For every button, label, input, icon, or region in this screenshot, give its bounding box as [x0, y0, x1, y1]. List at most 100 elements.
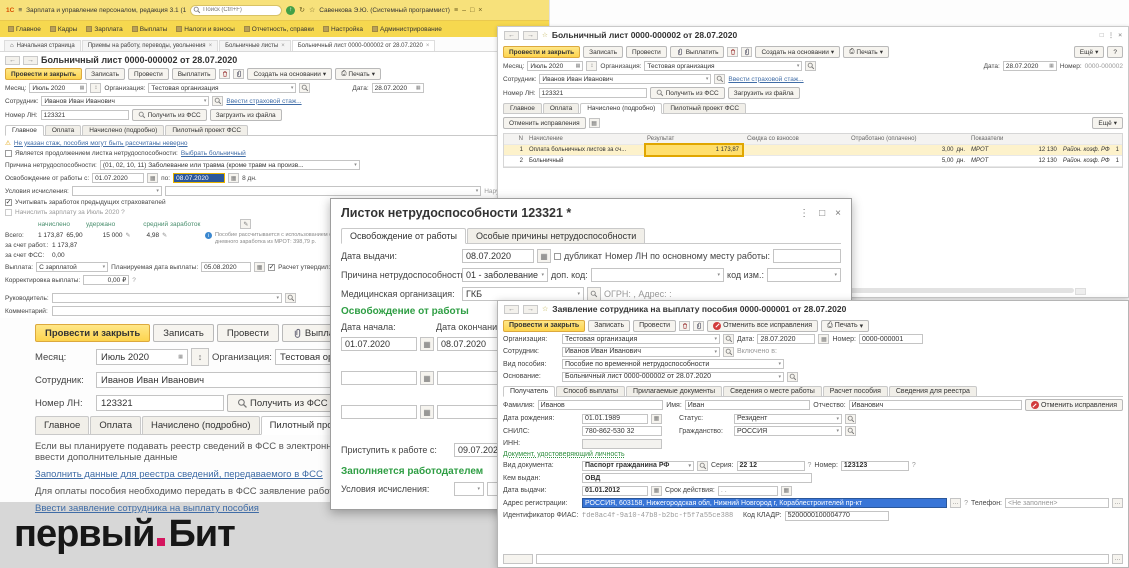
tab-payment-method[interactable]: Способ выплаты — [556, 386, 625, 397]
ln-field[interactable]: 123321 — [41, 110, 129, 120]
save-button[interactable]: Записать — [588, 320, 630, 332]
load-from-file-button[interactable]: Загрузить из файла — [728, 87, 800, 99]
calendar-icon[interactable]: ▦ — [651, 414, 662, 424]
month-stepper[interactable]: ↕ — [586, 61, 597, 71]
get-from-fss-button[interactable]: Получить из ФСС — [650, 87, 725, 99]
forward-icon[interactable]: → — [23, 56, 38, 65]
favorites-icon[interactable]: ☆ — [309, 6, 315, 14]
conditions-field-2[interactable]: ▾ — [165, 186, 481, 196]
post-button[interactable]: Провести — [217, 324, 279, 342]
calendar-icon[interactable]: ▦ — [1049, 63, 1054, 69]
issuer-field[interactable]: ОВД — [582, 473, 812, 483]
issue-date-field[interactable]: 01.01.2012 — [582, 486, 648, 496]
release-to-field[interactable]: 08.07.2020 — [173, 173, 225, 183]
favorite-star-icon[interactable]: ☆ — [542, 31, 548, 39]
duplicate-checkbox[interactable] — [554, 253, 561, 260]
tab-home[interactable]: ⌂Начальная страница — [4, 40, 81, 51]
close-tab-icon[interactable]: × — [281, 43, 285, 49]
close-icon[interactable]: × — [478, 7, 482, 14]
post-close-button[interactable]: Провести и закрыть — [503, 46, 580, 58]
help-icon[interactable]: ? — [964, 500, 968, 507]
validity-field[interactable]: . . — [718, 486, 778, 496]
chevron-down-icon[interactable]: ▾ — [541, 272, 544, 278]
col-discount[interactable]: Скидка со взносов — [744, 134, 848, 144]
close-tab-icon[interactable]: × — [209, 43, 213, 49]
date-field[interactable]: 28.07.2020 — [757, 334, 815, 344]
start-date-field-1[interactable]: 01.07.2020 — [341, 337, 417, 351]
ln-main-field[interactable] — [773, 249, 841, 263]
create-based-on-button[interactable]: Создать на основании▾ — [755, 46, 840, 58]
employee-open-icon[interactable] — [212, 96, 223, 106]
enter-insurance-record-link[interactable]: Ввести страховой стаж... — [728, 76, 803, 83]
ln-field[interactable]: 123321 — [96, 395, 224, 411]
payout-field[interactable]: С зарплатой▾ — [36, 262, 108, 272]
help-button[interactable]: ? — [1107, 46, 1123, 58]
status-field[interactable]: Резидент▾ — [734, 414, 842, 424]
minimize-icon[interactable]: – — [462, 7, 466, 14]
calendar-icon[interactable]: ▦ — [147, 173, 158, 183]
org-field[interactable]: Тестовая организация▾ — [148, 83, 296, 93]
close-tab-icon[interactable]: × — [426, 43, 430, 49]
chevron-down-icon[interactable]: ▾ — [204, 98, 207, 104]
help-icon[interactable]: ? — [808, 462, 812, 469]
menu-item-glavnoe[interactable]: Главное — [8, 26, 41, 33]
chevron-down-icon[interactable]: ▾ — [476, 188, 479, 194]
ln-field[interactable]: 123321 — [539, 88, 647, 98]
calendar-icon[interactable]: ▦ — [651, 486, 662, 496]
save-button[interactable]: Записать — [583, 46, 623, 58]
post-button[interactable]: Провести — [128, 68, 169, 80]
phone-open-icon[interactable]: … — [1112, 498, 1123, 508]
add-code-field[interactable]: ▾ — [591, 268, 724, 282]
pay-button[interactable]: Выплатить — [670, 46, 725, 58]
tab-glavnoe[interactable]: Главное — [5, 125, 44, 136]
chevron-down-icon[interactable]: ▾ — [103, 264, 106, 270]
tab-oplata[interactable]: Оплата — [543, 103, 579, 114]
window-menu-icon[interactable]: ⋮ — [1108, 31, 1115, 39]
calendar-icon[interactable]: ▦ — [416, 85, 421, 91]
menu-item-kadry[interactable]: Кадры — [50, 26, 77, 33]
menu-item-nalogi[interactable]: Налоги и взносы — [176, 26, 235, 33]
menu-item-vyplaty[interactable]: Выплаты — [132, 26, 167, 33]
employee-open-icon[interactable] — [723, 347, 734, 357]
calendar-icon[interactable]: ▦ — [576, 63, 581, 69]
load-from-file-button[interactable]: Загрузить из файла — [210, 109, 282, 121]
chevron-down-icon[interactable]: ▾ — [836, 416, 839, 422]
chevron-down-icon[interactable]: ▾ — [577, 291, 580, 297]
chevron-down-icon[interactable]: ▾ — [778, 374, 781, 380]
chevron-down-icon[interactable]: ▾ — [688, 463, 691, 469]
chevron-down-icon[interactable]: ▾ — [718, 272, 721, 278]
tab-attached-docs[interactable]: Прилагаемые документы — [626, 386, 722, 397]
calc-condition-field-1[interactable]: ▾ — [454, 482, 484, 496]
doc-type-open-icon[interactable] — [697, 461, 708, 471]
month-field[interactable]: Июль 2020▦ — [96, 349, 188, 365]
forward-icon[interactable]: → — [523, 31, 538, 40]
org-open-icon[interactable] — [299, 83, 310, 93]
date-field[interactable]: 28.07.2020▦ — [372, 83, 424, 93]
save-button[interactable]: Записать — [85, 68, 125, 80]
calendar-icon[interactable]: ▦ — [420, 405, 434, 419]
tab-special-reasons[interactable]: Особые причины нетрудоспособности — [467, 228, 645, 244]
identity-doc-link[interactable]: Документ, удостоверяющий личность — [503, 451, 625, 458]
calendar-icon[interactable]: ▦ — [254, 262, 265, 272]
refresh-icon[interactable]: ↻ — [299, 6, 305, 14]
restore-icon[interactable]: □ — [1100, 32, 1104, 39]
doc-type-field[interactable]: Паспорт гражданина РФ▾ — [582, 461, 694, 471]
more-button[interactable]: Ещё▾ — [1092, 117, 1123, 129]
post-close-button[interactable]: Провести и закрыть — [503, 320, 585, 332]
back-icon[interactable]: ← — [504, 31, 519, 40]
calendar-icon[interactable]: ▦ — [80, 85, 85, 91]
correction-field[interactable]: 0,00 ₽ — [83, 275, 129, 285]
month-stepper[interactable]: ↕ — [191, 348, 209, 366]
pencil-icon[interactable]: ✎ — [125, 232, 130, 239]
benefit-type-field[interactable]: Пособие по временной нетрудоспособности▾ — [562, 359, 784, 369]
inn-field[interactable] — [582, 439, 662, 449]
current-user[interactable]: Савенкова Э.Ю. (Системный программист) — [319, 7, 450, 14]
back-icon[interactable]: ← — [5, 56, 20, 65]
menu-item-otchetnost[interactable]: Отчетность, справки — [244, 26, 314, 33]
bottom-field[interactable] — [536, 554, 1109, 564]
org-open-icon[interactable] — [805, 61, 816, 71]
save-button[interactable]: Записать — [153, 324, 214, 342]
chevron-down-icon[interactable]: ▾ — [778, 361, 781, 367]
tab-bolnichnye-listy[interactable]: Больничные листы× — [219, 40, 291, 51]
close-icon[interactable]: × — [835, 208, 841, 219]
